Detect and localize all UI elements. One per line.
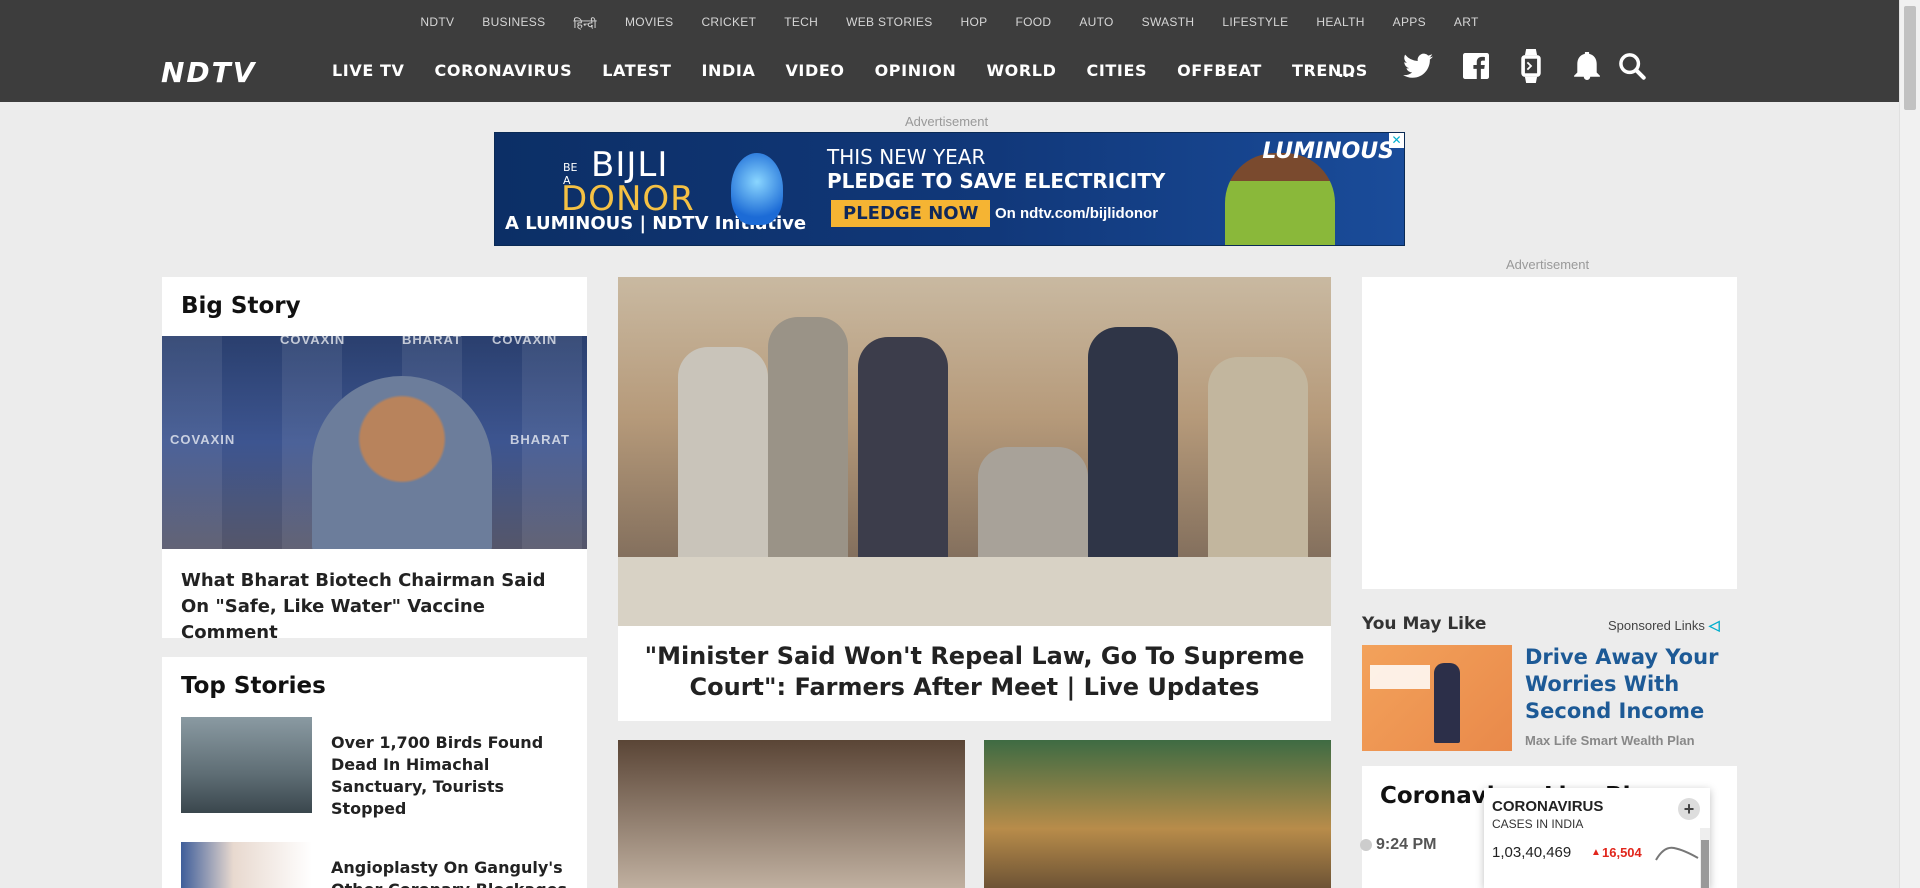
thumbnail-person (1434, 663, 1460, 743)
watermark-bharat: BHARAT (402, 336, 462, 347)
top-story-headline[interactable]: Over 1,700 Birds Found Dead In Himachal … (331, 732, 571, 820)
watermark-covaxin: COVAXIN (492, 336, 558, 347)
timeline-dot-icon (1360, 839, 1372, 851)
story-thumbnail[interactable] (984, 740, 1331, 888)
photo-person (768, 317, 848, 567)
subnav-business[interactable]: BUSINESS (468, 15, 559, 32)
subnav-movies[interactable]: MOVIES (611, 15, 687, 32)
subnav-food[interactable]: FOOD (1001, 15, 1065, 32)
ad-url: On ndtv.com/bijlidonor (995, 205, 1159, 222)
search-icon[interactable] (1616, 50, 1648, 82)
more-menu-button[interactable]: ... (1338, 60, 1355, 83)
sponsored-links-label: Sponsored Links (1608, 618, 1705, 633)
widget-title: CORONAVIRUS (1492, 798, 1604, 815)
trend-up-icon: ▲ (1591, 847, 1601, 858)
subnav-hindi[interactable]: हिन्दी (559, 15, 611, 32)
widget-scrollbar-thumb[interactable] (1701, 840, 1709, 888)
top-stories-title: Top Stories (181, 673, 326, 699)
sponsored-links[interactable]: Sponsored Links ◁ (1608, 617, 1720, 634)
story-thumbnail[interactable] (618, 740, 965, 888)
sponsored-headline[interactable]: Drive Away Your Worries With Second Inco… (1525, 644, 1740, 725)
watermark-bharat: BHARAT (510, 432, 570, 447)
facebook-icon[interactable] (1460, 50, 1492, 82)
ad-close-icon[interactable]: ✕ (1389, 133, 1404, 148)
subnav-ndtv[interactable]: NDTV (406, 15, 468, 32)
twitter-icon[interactable] (1402, 50, 1434, 82)
lead-story-headline[interactable]: "Minister Said Won't Repeal Law, Go To S… (630, 641, 1319, 703)
widget-subtitle: CASES IN INDIA (1492, 817, 1584, 831)
watermark-covaxin: COVAXIN (170, 432, 236, 447)
coronavirus-cases-widget[interactable]: CORONAVIRUS CASES IN INDIA + 1,03,40,469… (1484, 788, 1710, 888)
you-may-like-title: You May Like (1362, 614, 1487, 634)
ad-line-1: THIS NEW YEAR (827, 145, 986, 169)
smartwatch-icon[interactable] (1515, 49, 1547, 83)
lightbulb-icon (731, 153, 783, 225)
bijli-donor-banner-ad[interactable]: BE A BIJLI DONOR A LUMINOUS | NDTV Initi… (494, 132, 1405, 246)
live-blog-time: 9:24 PM (1376, 836, 1437, 853)
main-navigation: LIVE TV CORONAVIRUS LATEST INDIA VIDEO O… (317, 61, 1383, 80)
logo-text: NDTV (161, 55, 257, 89)
big-story-headline[interactable]: What Bharat Biotech Chairman Said On "Sa… (181, 568, 571, 646)
page-scrollbar-thumb[interactable] (1904, 6, 1916, 110)
subnav-hop[interactable]: HOP (947, 15, 1002, 32)
ndtv-logo[interactable]: NDTV (161, 56, 256, 89)
nav-latest[interactable]: LATEST (587, 61, 686, 80)
subnav-web-stories[interactable]: WEB STORIES (832, 15, 946, 32)
lead-story-image[interactable] (618, 277, 1331, 626)
big-story-title: Big Story (181, 293, 301, 319)
photo-person (858, 337, 948, 567)
widget-total-cases: 1,03,40,469 (1492, 844, 1572, 861)
subnav-cricket[interactable]: CRICKET (687, 15, 770, 32)
photo-table (618, 557, 1331, 626)
sub-navigation: NDTV BUSINESS हिन्दी MOVIES CRICKET TECH… (0, 15, 1899, 32)
widget-scrollbar[interactable] (1700, 828, 1710, 888)
expand-widget-button[interactable]: + (1678, 798, 1700, 820)
sidebar-ad-slot (1362, 277, 1737, 589)
nav-india[interactable]: INDIA (686, 61, 770, 80)
nav-opinion[interactable]: OPINION (860, 61, 972, 80)
photo-person (678, 347, 768, 567)
advertisement-label: Advertisement (1506, 257, 1590, 272)
watermark-covaxin: COVAXIN (280, 336, 346, 347)
notification-bell-icon[interactable] (1571, 50, 1603, 82)
chairman-photo (312, 376, 492, 549)
photo-person (1088, 327, 1178, 567)
widget-new-cases: 16,504 (1602, 845, 1642, 860)
nav-cities[interactable]: CITIES (1071, 61, 1162, 80)
subnav-art[interactable]: ART (1440, 15, 1493, 32)
nav-video[interactable]: VIDEO (770, 61, 859, 80)
subnav-apps[interactable]: APPS (1379, 15, 1440, 32)
subnav-swasth[interactable]: SWASTH (1128, 15, 1209, 32)
subnav-lifestyle[interactable]: LIFESTYLE (1208, 15, 1302, 32)
adchoices-icon: ◁ (1708, 617, 1720, 633)
sparkline-icon (1655, 846, 1699, 861)
subnav-auto[interactable]: AUTO (1065, 15, 1127, 32)
page-scrollbar[interactable] (1899, 0, 1920, 888)
photo-person (1208, 357, 1308, 577)
subnav-tech[interactable]: TECH (770, 15, 832, 32)
sponsored-thumbnail[interactable] (1362, 645, 1512, 751)
story-thumbnail[interactable] (181, 717, 312, 813)
story-thumbnail[interactable] (181, 842, 312, 888)
subnav-health[interactable]: HEALTH (1302, 15, 1378, 32)
thumbnail-banner (1370, 665, 1430, 689)
luminous-logo: LUMINOUS (1262, 139, 1394, 164)
advertisement-label: Advertisement (905, 114, 989, 129)
site-header: NDTV BUSINESS हिन्दी MOVIES CRICKET TECH… (0, 0, 1899, 102)
nav-live-tv[interactable]: LIVE TV (317, 61, 420, 80)
pledge-now-button[interactable]: PLEDGE NOW (831, 200, 991, 227)
top-story-headline[interactable]: Angioplasty On Ganguly's Other Coronary … (331, 857, 571, 888)
ad-celebrity-image (1225, 153, 1335, 245)
ad-line-2: PLEDGE TO SAVE ELECTRICITY (827, 169, 1166, 193)
sponsored-source: Max Life Smart Wealth Plan (1525, 733, 1695, 748)
nav-trends[interactable]: TRENDS (1277, 61, 1383, 80)
big-story-image[interactable]: COVAXIN BHARAT COVAXIN BHARAT COVAXIN (162, 336, 587, 549)
nav-offbeat[interactable]: OFFBEAT (1162, 61, 1277, 80)
nav-coronavirus[interactable]: CORONAVIRUS (420, 61, 588, 80)
nav-world[interactable]: WORLD (971, 61, 1071, 80)
